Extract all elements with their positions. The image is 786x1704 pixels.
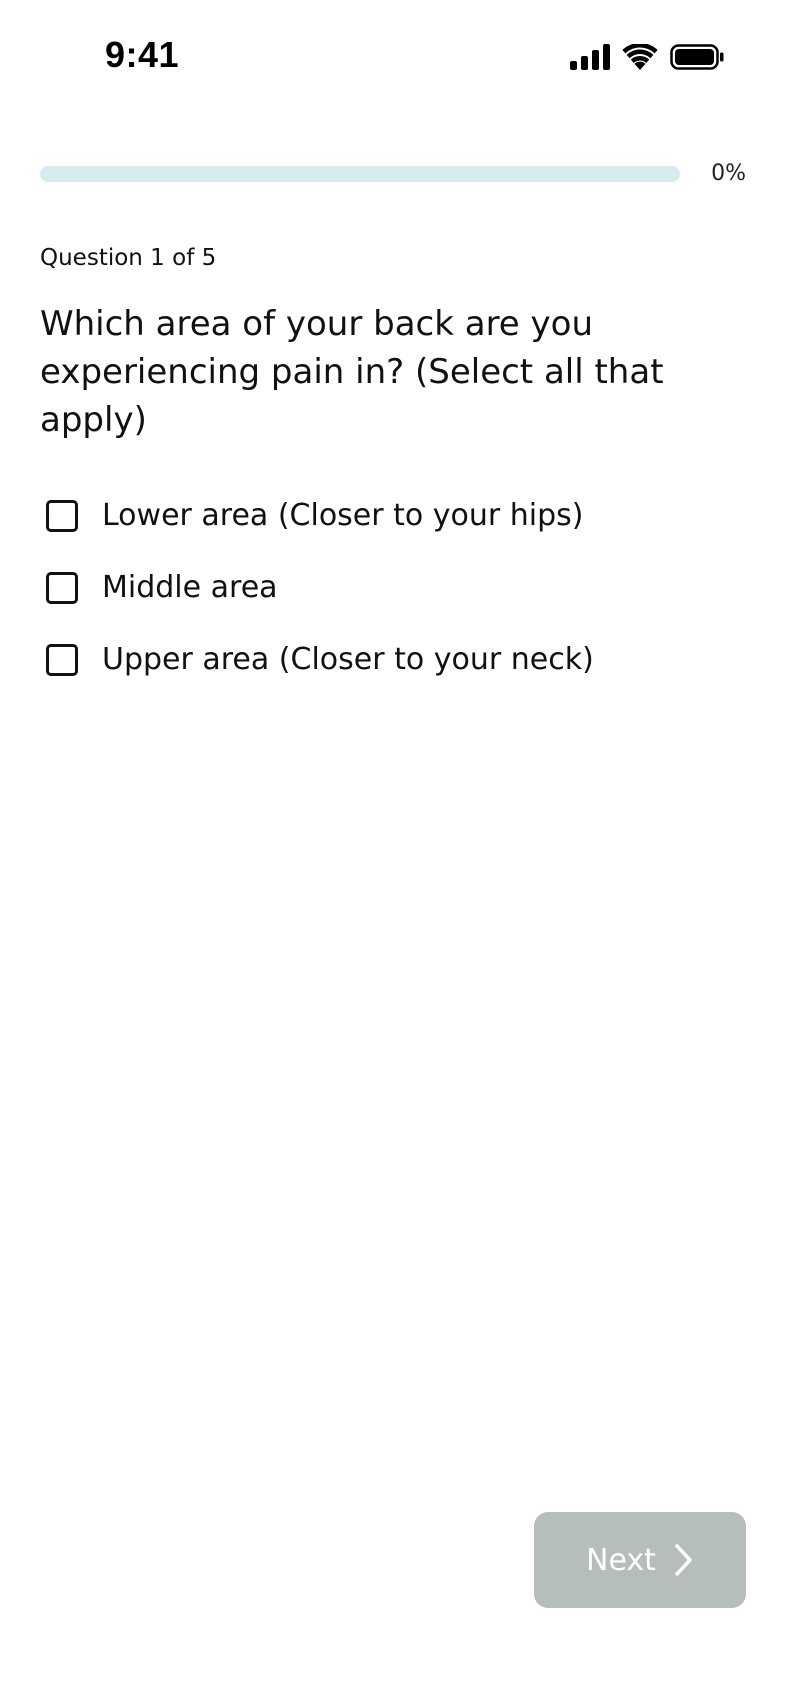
answer-options: Lower area (Closer to your hips) Middle … xyxy=(40,490,740,706)
checkbox[interactable] xyxy=(46,572,78,604)
option-upper-area[interactable]: Upper area (Closer to your neck) xyxy=(40,634,740,686)
checkbox[interactable] xyxy=(46,500,78,532)
progress-track xyxy=(40,166,680,182)
option-label: Lower area (Closer to your hips) xyxy=(102,498,584,533)
status-bar: 9:41 xyxy=(0,0,786,110)
question-title: Which area of your back are you experien… xyxy=(40,304,664,440)
battery-icon xyxy=(670,44,724,70)
cellular-signal-icon xyxy=(570,44,610,70)
wifi-icon xyxy=(622,44,658,70)
option-lower-area[interactable]: Lower area (Closer to your hips) xyxy=(40,490,740,542)
progress-bar: 0% xyxy=(40,162,746,186)
checkbox[interactable] xyxy=(46,644,78,676)
option-label: Upper area (Closer to your neck) xyxy=(102,642,594,677)
question-counter: Question 1 of 5 xyxy=(40,245,217,271)
status-time: 9:41 xyxy=(105,34,180,75)
option-middle-area[interactable]: Middle area xyxy=(40,562,740,614)
option-label: Middle area xyxy=(102,570,278,605)
chevron-right-icon xyxy=(674,1543,694,1577)
next-button[interactable]: Next xyxy=(534,1512,746,1608)
next-button-label: Next xyxy=(586,1542,656,1578)
status-icons xyxy=(570,44,724,70)
progress-percent-label: 0% xyxy=(711,161,746,186)
